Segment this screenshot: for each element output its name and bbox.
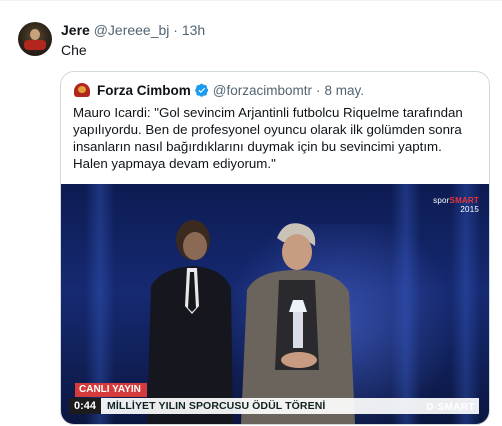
tweet[interactable]: Jere @Jereee_bj · 13h Che Forza Cimbom @… <box>0 0 502 426</box>
quoted-tweet[interactable]: Forza Cimbom @forzacimbomtr · 8 may. Mau… <box>60 71 490 425</box>
video-duration: 0:44 <box>69 398 102 414</box>
quoted-author-name[interactable]: Forza Cimbom <box>97 83 191 98</box>
timestamp[interactable]: 13h <box>182 22 205 38</box>
live-badge: CANLI YAYIN <box>75 383 147 397</box>
author-handle[interactable]: @Jereee_bj <box>94 22 170 38</box>
quoted-tweet-header: Forza Cimbom @forzacimbomtr · 8 may. <box>73 81 364 99</box>
quoted-tweet-text: Mauro Icardi: "Gol sevincim Arjantinli f… <box>73 105 463 171</box>
verified-badge-icon <box>194 83 208 97</box>
lower-third-title: MİLLİYET YILIN SPORCUSU ÖDÜL TÖRENİ <box>107 400 326 412</box>
person-right <box>241 223 355 424</box>
separator: · <box>316 82 321 98</box>
person-left <box>147 220 233 424</box>
channel-logo: sporSMART 2015 <box>433 196 479 214</box>
avatar[interactable] <box>18 22 52 56</box>
video-player[interactable]: sporSMART 2015 CANLI YAYIN 0:44 MİLLİYET… <box>61 184 489 424</box>
lower-third: 0:44 MİLLİYET YILIN SPORCUSU ÖDÜL TÖRENİ <box>69 398 479 414</box>
tweet-header: Jere @Jereee_bj · 13h <box>61 22 205 38</box>
quoted-author-handle[interactable]: @forzacimbomtr <box>213 83 312 98</box>
author-name[interactable]: Jere <box>61 22 90 38</box>
separator: · <box>173 22 178 38</box>
quoted-date[interactable]: 8 may. <box>325 83 365 98</box>
broadcaster-logo: D·SMART <box>426 402 475 413</box>
quoted-avatar[interactable] <box>73 81 91 99</box>
tweet-text: Che <box>61 42 87 58</box>
